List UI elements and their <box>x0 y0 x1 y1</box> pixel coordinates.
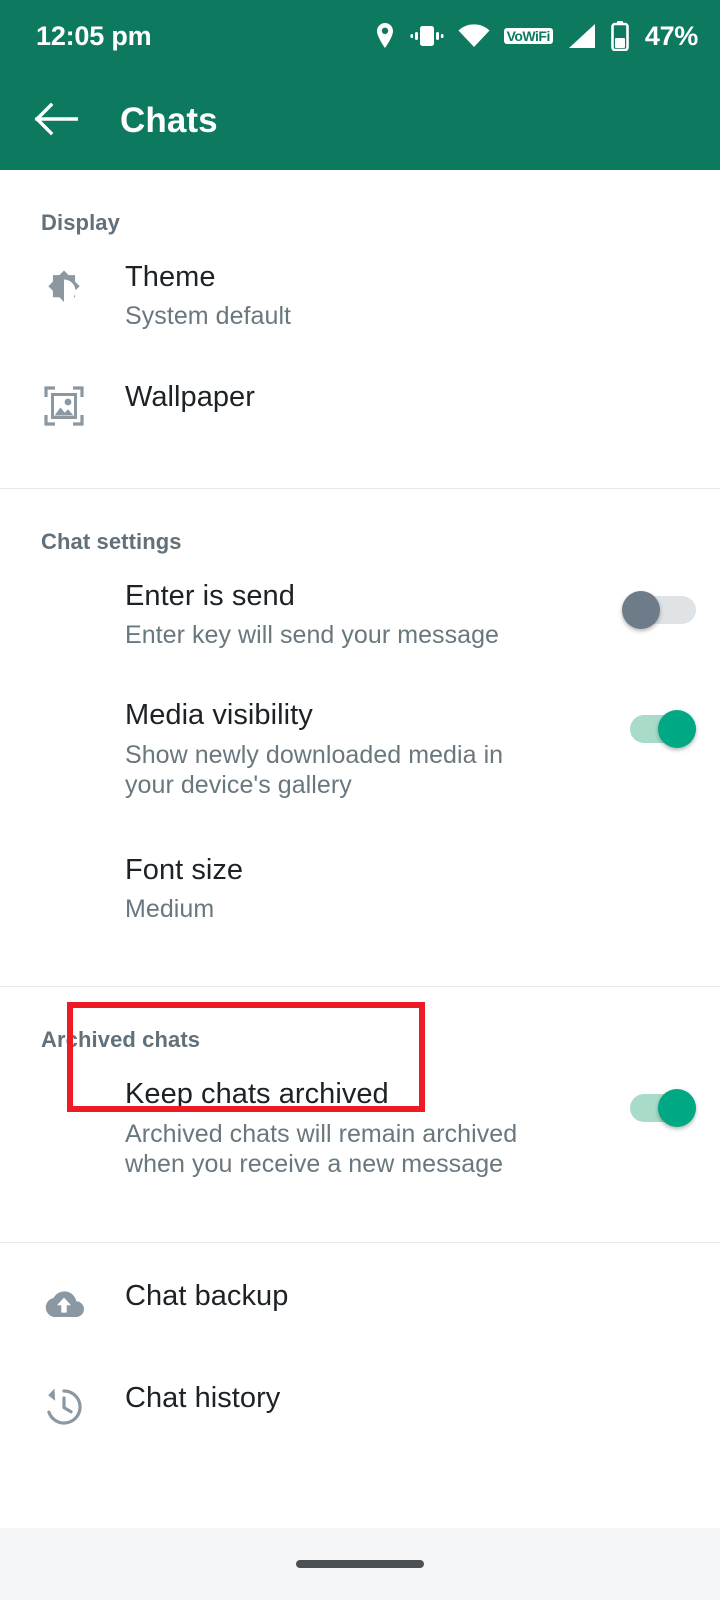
signal-icon <box>567 23 597 49</box>
vibrate-icon <box>410 23 444 49</box>
setting-row-media-visibility[interactable]: Media visibility Show newly downloaded m… <box>0 674 720 824</box>
section-header-display: Display <box>41 210 120 235</box>
setting-subtitle: Enter key will send your message <box>125 620 499 649</box>
back-button[interactable] <box>30 95 82 147</box>
setting-row-keep-chats-archived[interactable]: Keep chats archived Archived chats will … <box>0 1053 720 1203</box>
app-bar: Chats <box>0 72 720 170</box>
setting-row-wallpaper[interactable]: Wallpaper <box>0 356 720 452</box>
setting-text-font-size: Font size Medium <box>41 853 696 925</box>
toggle-thumb <box>622 590 660 629</box>
home-gesture-pill[interactable] <box>296 1560 424 1568</box>
back-arrow-icon <box>34 99 79 144</box>
page-title: Chats <box>120 101 218 140</box>
setting-text-chat-history: Chat history <box>87 1381 696 1415</box>
status-bar: 12:05 pm VoWiFi 47% <box>0 0 720 72</box>
setting-subtitle: Show newly downloaded media in your devi… <box>125 740 504 800</box>
setting-row-chat-history[interactable]: Chat history <box>0 1351 720 1453</box>
toggle-enter-is-send[interactable] <box>622 590 696 629</box>
setting-subtitle: Archived chats will remain archived when… <box>125 1119 518 1179</box>
setting-subtitle: Medium <box>125 894 215 923</box>
status-bar-clock: 12:05 pm <box>36 20 152 51</box>
section-header-chat-settings: Chat settings <box>41 528 182 554</box>
location-pin-icon <box>374 22 396 50</box>
setting-title: Wallpaper <box>125 380 255 413</box>
toggle-thumb <box>658 1089 696 1128</box>
section-header-archived-chats: Archived chats <box>41 1027 201 1053</box>
setting-title: Keep chats archived <box>125 1078 389 1111</box>
toggle-media-visibility[interactable] <box>622 710 696 749</box>
battery-icon <box>611 21 629 51</box>
battery-percent-label: 47% <box>644 20 698 51</box>
wallpaper-icon <box>41 384 87 428</box>
setting-row-theme[interactable]: Theme System default <box>0 236 720 356</box>
android-navigation-bar <box>0 1528 720 1600</box>
history-clock-icon <box>41 1385 87 1429</box>
setting-title: Font size <box>125 853 244 886</box>
setting-text-keep-chats-archived: Keep chats archived Archived chats will … <box>41 1077 622 1179</box>
wifi-icon <box>458 23 490 49</box>
setting-text-chat-backup: Chat backup <box>87 1279 696 1313</box>
setting-title: Enter is send <box>125 579 295 612</box>
toggle-keep-chats-archived[interactable] <box>622 1089 696 1128</box>
setting-text-enter-is-send: Enter is send Enter key will send your m… <box>41 579 622 651</box>
setting-text-media-visibility: Media visibility Show newly downloaded m… <box>41 698 622 800</box>
vowifi-badge: VoWiFi <box>503 27 553 45</box>
setting-text-wallpaper: Wallpaper <box>87 380 696 414</box>
app-screen: 12:05 pm VoWiFi 47% Chats Display Theme … <box>0 0 720 1600</box>
setting-title: Chat backup <box>125 1279 289 1312</box>
setting-row-font-size[interactable]: Font size Medium <box>0 825 720 949</box>
settings-list: Display Theme System default Wallpaper C… <box>0 170 720 1528</box>
setting-title: Chat history <box>125 1381 281 1414</box>
toggle-thumb <box>658 710 696 749</box>
brightness-theme-icon <box>41 264 87 308</box>
setting-text-theme: Theme System default <box>87 260 696 332</box>
setting-subtitle: System default <box>125 302 292 331</box>
status-bar-icons: VoWiFi 47% <box>374 21 698 52</box>
setting-title: Theme <box>125 261 216 293</box>
setting-title: Media visibility <box>125 699 313 732</box>
setting-row-chat-backup[interactable]: Chat backup <box>0 1243 720 1351</box>
cloud-upload-icon <box>41 1283 87 1327</box>
setting-row-enter-is-send[interactable]: Enter is send Enter key will send your m… <box>0 555 720 675</box>
